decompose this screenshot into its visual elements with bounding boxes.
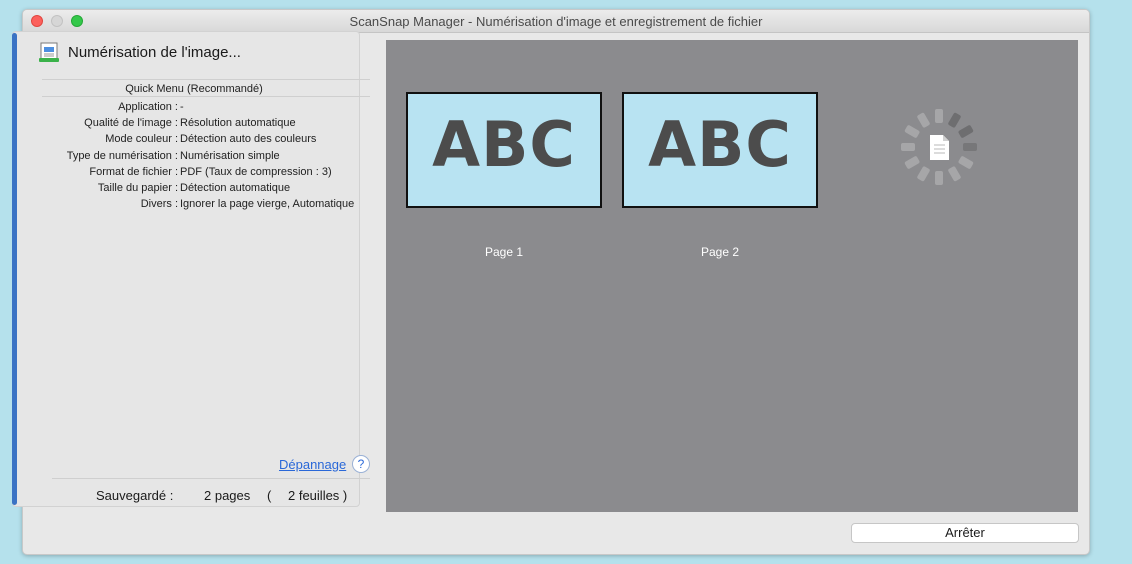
setting-value: Résolution automatique xyxy=(180,117,296,130)
setting-label: Divers : xyxy=(140,198,178,211)
thumbnail-content: ABC xyxy=(432,108,576,181)
setting-row-misc: Divers : Ignorer la page vierge, Automat… xyxy=(0,196,360,212)
setting-label: Application : xyxy=(118,101,178,113)
scanner-document-icon xyxy=(39,42,59,62)
page-label: Page 2 xyxy=(700,245,740,259)
footer-divider xyxy=(52,478,370,479)
saved-open-paren: ( xyxy=(267,488,272,503)
help-icon[interactable]: ? xyxy=(352,455,370,473)
header-divider xyxy=(42,79,370,80)
stop-button[interactable]: Arrêter xyxy=(851,523,1079,543)
setting-label: Type de numérisation : xyxy=(66,149,178,162)
troubleshooting-link[interactable]: Dépannage xyxy=(279,457,346,472)
setting-value: - xyxy=(180,101,184,113)
setting-label: Mode couleur : xyxy=(105,133,178,146)
setting-row-scan-type: Type de numérisation : Numérisation simp… xyxy=(0,148,360,164)
saved-pages: 2 pages xyxy=(204,488,251,503)
setting-value: Détection auto des couleurs xyxy=(180,133,317,146)
setting-row-file-format: Format de fichier : PDF (Taux de compres… xyxy=(0,164,360,180)
setting-value: PDF (Taux de compression : 3) xyxy=(180,165,332,178)
setting-row-color-mode: Mode couleur : Détection auto des couleu… xyxy=(0,131,360,147)
quick-menu-title: Quick Menu (Recommandé) xyxy=(125,83,263,95)
setting-row-image-quality: Qualité de l'image : Résolution automati… xyxy=(0,115,360,131)
scanning-heading: Numérisation de l'image... xyxy=(68,44,241,61)
setting-label: Qualité de l'image : xyxy=(84,117,178,130)
setting-value: Ignorer la page vierge, Automatique xyxy=(180,198,355,211)
setting-row-application: Application : - xyxy=(0,99,360,115)
setting-value: Numérisation simple xyxy=(180,149,280,162)
page-label: Page 1 xyxy=(484,245,524,259)
page-thumbnail[interactable]: ABC xyxy=(406,92,602,208)
title-bar[interactable]: ScanSnap Manager - Numérisation d'image … xyxy=(23,10,1089,33)
saved-label: Sauvegardé : xyxy=(96,488,174,503)
setting-label: Taille du papier : xyxy=(97,182,178,195)
page-thumbnail[interactable]: ABC xyxy=(622,92,818,208)
setting-value: Détection automatique xyxy=(180,182,291,195)
setting-label: Format de fichier : xyxy=(89,165,178,178)
progress-spinner-icon xyxy=(901,109,977,185)
menu-divider xyxy=(42,96,370,97)
thumbnail-content: ABC xyxy=(648,108,792,181)
window-title: ScanSnap Manager - Numérisation d'image … xyxy=(349,14,763,29)
saved-sheets: 2 feuilles ) xyxy=(288,488,348,503)
settings-list: Application : - Qualité de l'image : Rés… xyxy=(0,99,360,212)
setting-row-paper-size: Taille du papier : Détection automatique xyxy=(0,180,360,196)
